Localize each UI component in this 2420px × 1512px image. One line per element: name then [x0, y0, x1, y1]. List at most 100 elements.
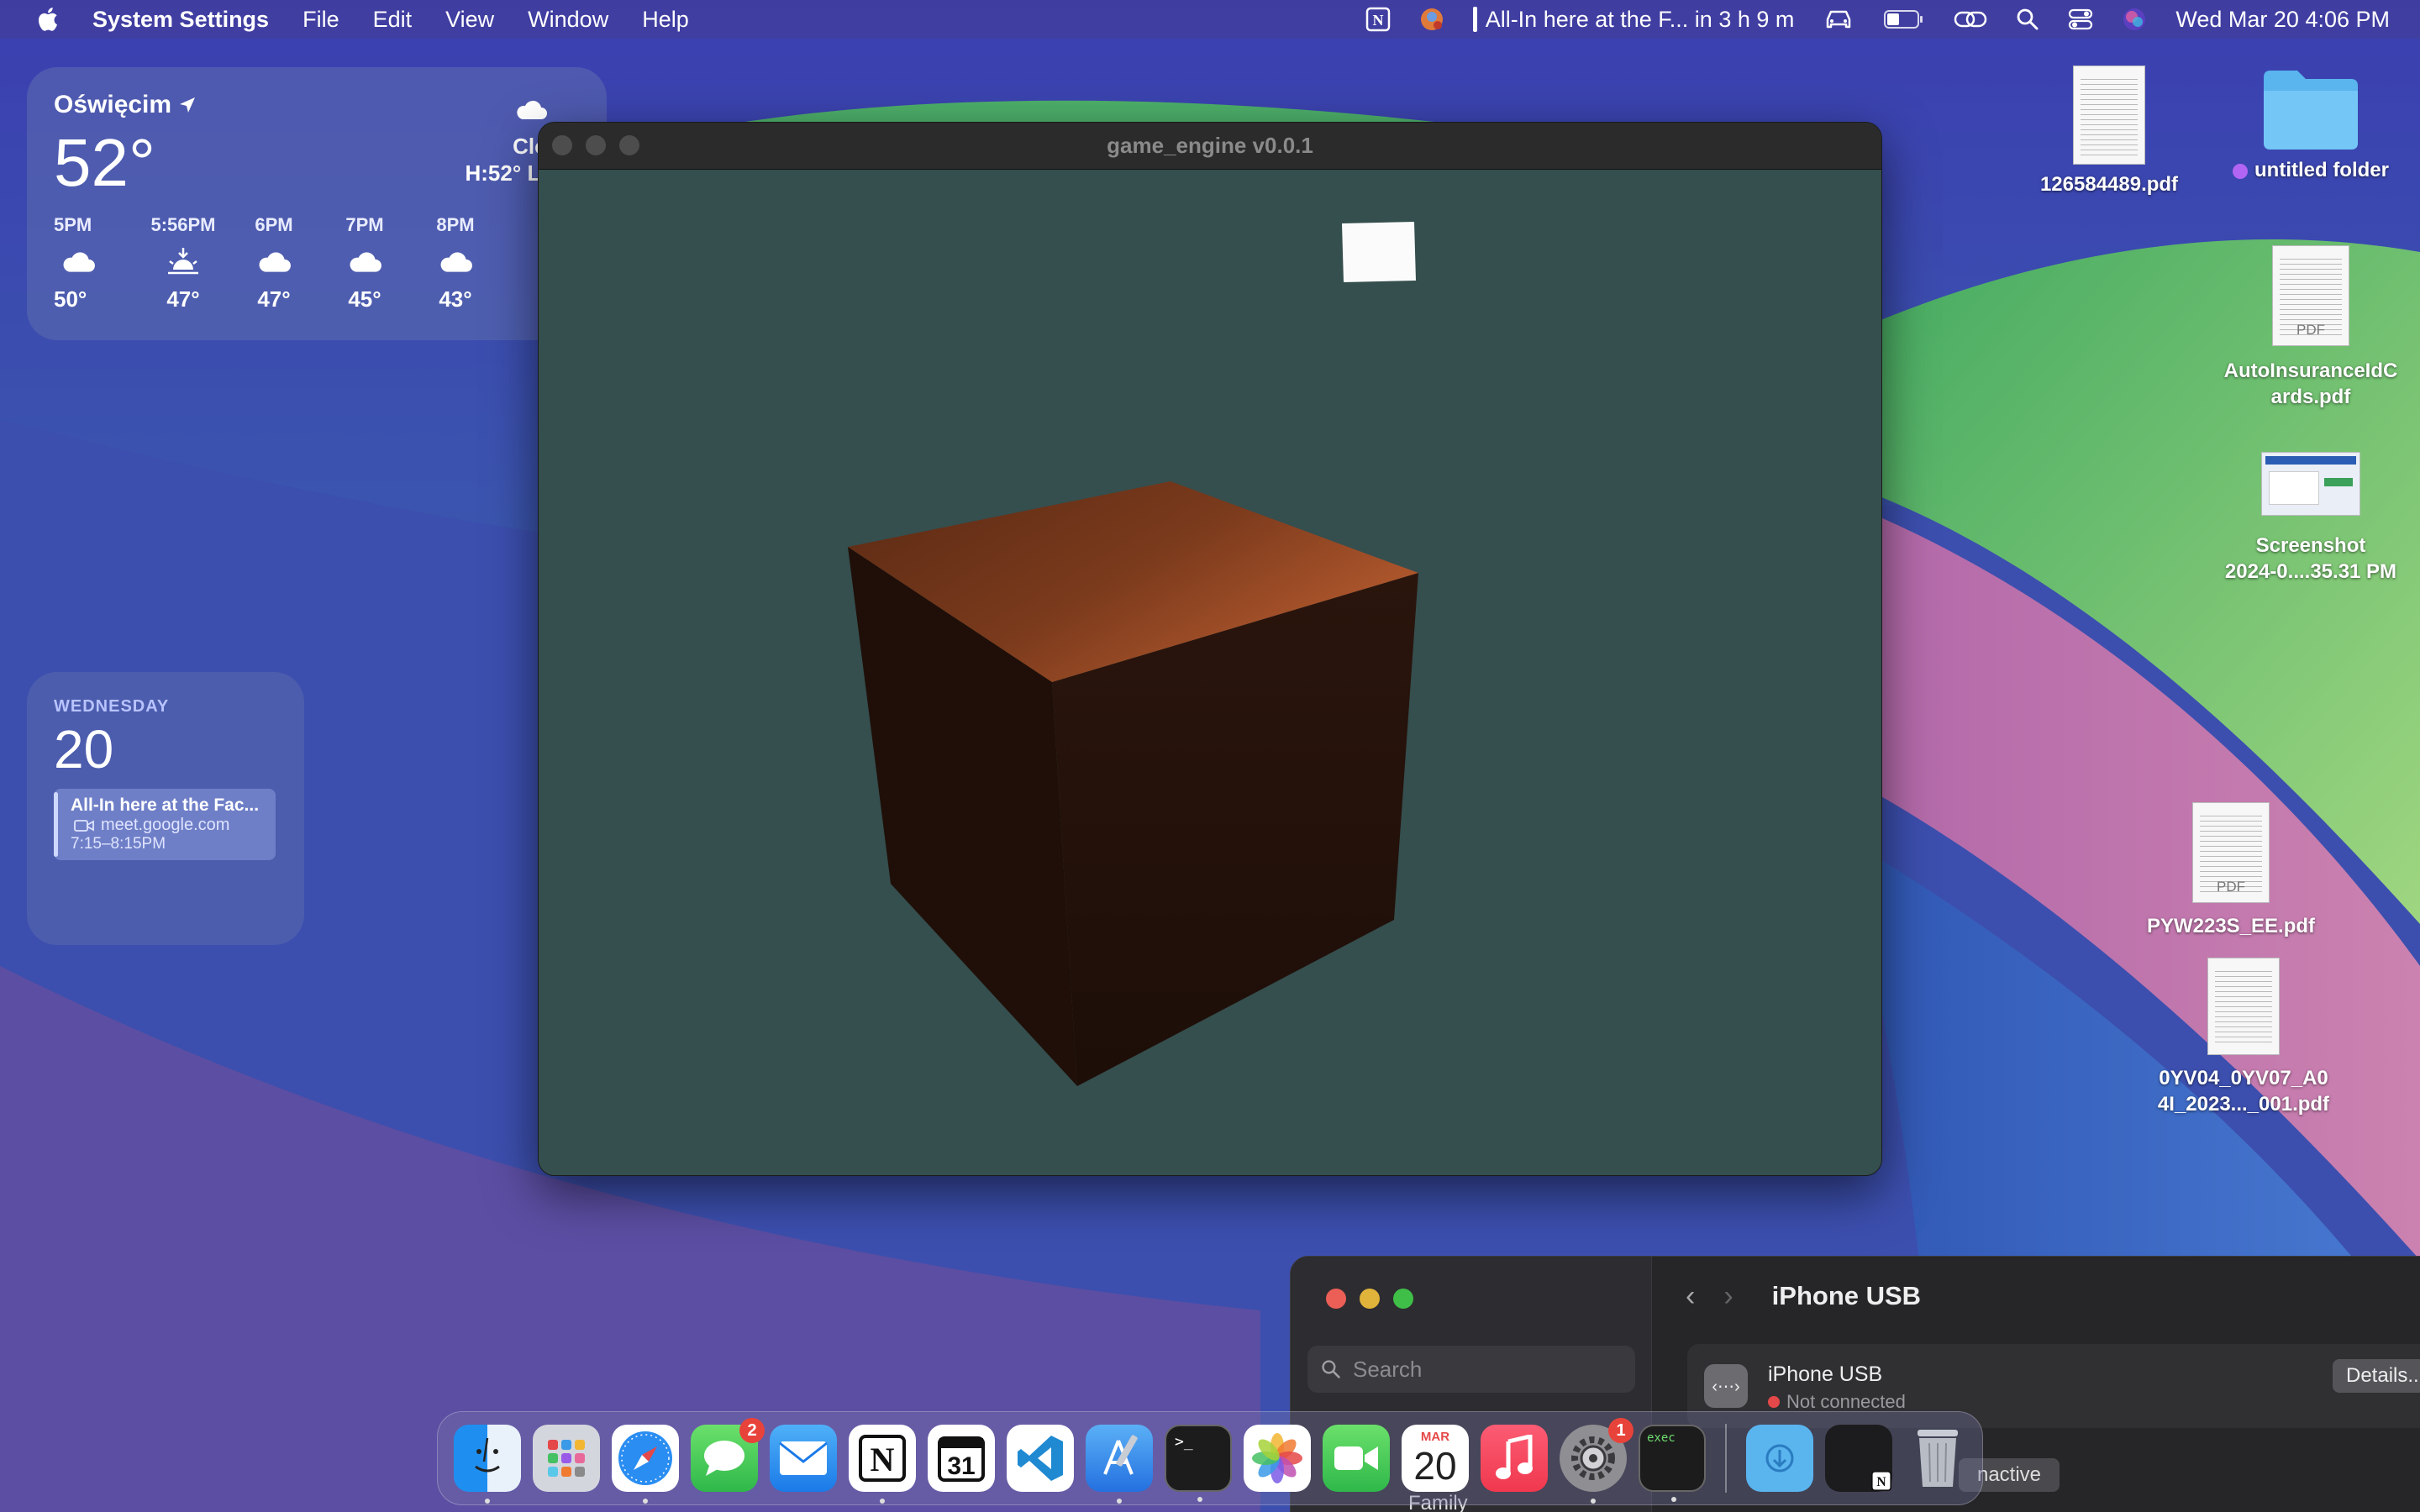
screenshot-thumbnail	[2261, 452, 2360, 516]
control-center-icon[interactable]	[2068, 8, 2093, 31]
download-folder-icon	[1765, 1444, 1794, 1473]
car-icon[interactable]	[1823, 8, 1854, 31]
dock-calendar[interactable]: MAR 20	[1402, 1425, 1469, 1492]
sunset-icon	[168, 248, 198, 275]
pdf-tag: PDF	[2296, 322, 2325, 338]
zoom-button[interactable]	[619, 135, 639, 155]
pdf-thumbnail: PDF	[2192, 802, 2270, 903]
dock-photos[interactable]	[1244, 1425, 1311, 1492]
dock-notion-calendar[interactable]: 31	[928, 1425, 995, 1492]
forward-chevron-icon[interactable]: ›	[1723, 1280, 1733, 1313]
menubar-clock[interactable]: Wed Mar 20 4:06 PM	[2175, 7, 2390, 33]
purple-tag-icon	[2233, 163, 2248, 179]
dock-messages[interactable]: 2	[691, 1418, 765, 1492]
weather-condition-block: Clo H:52° L:	[465, 133, 548, 186]
light-source-cube	[1342, 222, 1416, 282]
dock-music[interactable]	[1481, 1425, 1548, 1492]
apple-menu-icon[interactable]	[35, 6, 59, 33]
close-button[interactable]	[552, 135, 572, 155]
pdf-tag: PDF	[2217, 879, 2245, 895]
menu-edit[interactable]: Edit	[373, 7, 413, 33]
forecast-time: 5PM	[54, 214, 92, 235]
forecast-hour: 8PM 43°	[410, 214, 501, 312]
event-color-bar	[1472, 7, 1477, 32]
settings-header: ‹ › iPhone USB	[1686, 1275, 1921, 1317]
dock-exec[interactable]: exec	[1639, 1425, 1706, 1502]
cloud-icon	[63, 252, 95, 272]
desktop-file-pyw223s-pdf[interactable]: PDF PYW223S_EE.pdf	[2122, 802, 2340, 939]
music-note-icon	[1496, 1435, 1533, 1479]
cloud-app-icon[interactable]	[1419, 7, 1444, 32]
calendar-day-of-week: WEDNESDAY	[54, 697, 170, 716]
app-menu-system-settings[interactable]: System Settings	[92, 7, 269, 33]
cloud-icon	[440, 252, 472, 272]
search-icon	[1322, 1360, 1340, 1378]
link-icon[interactable]	[1954, 8, 1987, 31]
dock-terminal[interactable]: >_	[1165, 1425, 1232, 1502]
desktop-file-screenshot[interactable]: Screenshot 2024-0....35.31 PM	[2202, 452, 2420, 585]
menu-view[interactable]: View	[445, 7, 494, 33]
dock-facetime[interactable]	[1323, 1425, 1390, 1492]
running-indicator	[485, 1499, 490, 1504]
calendar-month: MAR	[1420, 1430, 1450, 1444]
calendar-31-icon: 31	[938, 1436, 985, 1482]
forecast-time: 8PM	[436, 214, 475, 235]
status-red-dot	[1768, 1396, 1780, 1408]
window-titlebar[interactable]: game_engine v0.0.1	[539, 123, 1881, 170]
svg-text:N: N	[871, 1441, 895, 1478]
zoom-button[interactable]	[1393, 1289, 1413, 1309]
minimize-button[interactable]	[586, 135, 606, 155]
dock-mail[interactable]	[770, 1425, 837, 1492]
dock-system-settings[interactable]: 1	[1560, 1418, 1634, 1504]
search-icon[interactable]	[2016, 8, 2039, 31]
dock-trash[interactable]	[1904, 1425, 1971, 1492]
forecast-time: 6PM	[255, 214, 293, 235]
render-viewport[interactable]	[539, 170, 1882, 1176]
video-camera-icon	[74, 819, 94, 832]
file-label: untitled folder	[2254, 159, 2389, 181]
dock-xcode[interactable]	[1086, 1425, 1153, 1504]
upcoming-event-reminder[interactable]: All-In here at the F... in 3 h 9 m	[1472, 7, 1794, 33]
back-chevron-icon[interactable]: ‹	[1686, 1280, 1695, 1313]
notification-badge: 1	[1608, 1418, 1634, 1443]
dock-minimized-window[interactable]: N	[1825, 1425, 1892, 1492]
cloud-icon	[350, 252, 381, 272]
ethernet-icon: ‹⋯›	[1704, 1364, 1748, 1408]
menu-help[interactable]: Help	[642, 7, 689, 33]
menu-window[interactable]: Window	[528, 7, 608, 33]
desktop-file-126584489-pdf[interactable]: 126584489.pdf	[2012, 66, 2206, 197]
details-button[interactable]: Details...	[2333, 1359, 2420, 1393]
menu-file[interactable]: File	[302, 7, 339, 33]
battery-icon[interactable]	[1883, 8, 1925, 30]
calendar-event[interactable]: All-In here at the Fac... meet.google.co…	[54, 789, 276, 860]
dock-vscode[interactable]	[1007, 1425, 1074, 1492]
desktop-folder-untitled[interactable]: untitled folder	[2202, 66, 2420, 183]
notion-icon[interactable]: N	[1365, 7, 1391, 32]
weather-widget[interactable]: Oświęcim 52° Clo H:52° L: 5PM 50° 5:56PM…	[27, 67, 607, 340]
cloud-icon	[517, 100, 547, 119]
file-label: AutoInsuranceIdC ards.pdf	[2202, 358, 2420, 410]
desktop-file-0yv04-pdf[interactable]: 0YV04_0YV07_A0 4I_2023..._001.pdf	[2134, 958, 2353, 1117]
siri-icon[interactable]	[2122, 7, 2147, 32]
desktop-file-autoinsurance-pdf[interactable]: PDF AutoInsuranceIdC ards.pdf	[2202, 245, 2420, 410]
exec-label: exec	[1647, 1431, 1676, 1445]
game-engine-window[interactable]: game_engine v0.0.1	[538, 122, 1882, 1176]
dock-launchpad[interactable]	[533, 1425, 600, 1492]
forecast-temp: 50°	[54, 286, 87, 312]
terminal-prompt: >_	[1175, 1433, 1193, 1451]
location-arrow-icon	[180, 97, 196, 113]
minimize-button[interactable]	[1360, 1289, 1380, 1309]
dock-notion[interactable]: N	[849, 1425, 916, 1504]
dock-safari[interactable]	[612, 1425, 679, 1504]
event-title: All-In here at the Fac...	[71, 795, 260, 815]
window-controls	[552, 135, 639, 155]
svg-text:N: N	[1876, 1475, 1886, 1489]
dock-finder[interactable]	[454, 1425, 521, 1504]
dock-downloads[interactable]	[1746, 1425, 1813, 1492]
settings-search-field[interactable]: Search	[1307, 1346, 1635, 1393]
notion-icon: N	[1870, 1470, 1892, 1492]
forecast-temp: 47°	[166, 286, 200, 312]
close-button[interactable]	[1326, 1289, 1346, 1309]
calendar-widget[interactable]: WEDNESDAY 20 All-In here at the Fac... m…	[27, 672, 304, 945]
svg-text:N: N	[1372, 12, 1383, 29]
